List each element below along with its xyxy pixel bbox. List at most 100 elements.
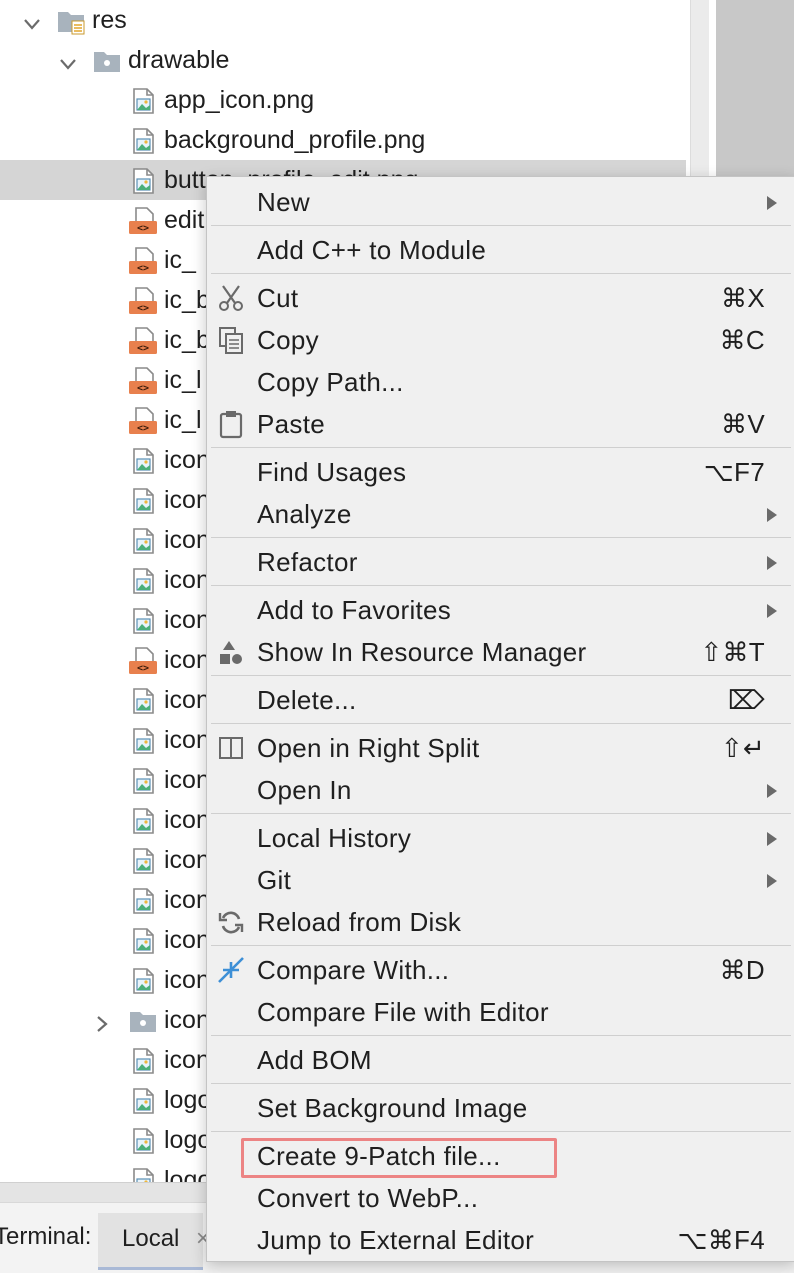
menu-item-cut[interactable]: Cut ⌘X — [207, 277, 794, 319]
scissors-icon — [217, 283, 245, 313]
menu-item-find-usages[interactable]: Find Usages ⌥F7 — [207, 451, 794, 493]
menu-item-new[interactable]: New — [207, 181, 794, 223]
tree-row-label: ic_b — [164, 326, 210, 354]
menu-item-label: Find Usages — [257, 457, 407, 487]
menu-separator — [211, 273, 791, 274]
image-file-icon — [128, 1126, 158, 1156]
menu-item-label: Open In — [257, 775, 352, 805]
tree-row[interactable]: drawable — [0, 40, 690, 80]
tree-row-label: icon — [164, 1006, 210, 1034]
menu-item-label: Reload from Disk — [257, 907, 462, 937]
menu-item-open-in[interactable]: Open In — [207, 769, 794, 811]
menu-item-compare-with[interactable]: Compare With... ⌘D — [207, 949, 794, 991]
tree-row[interactable]: app_icon.png — [0, 80, 690, 120]
menu-item-show-in-resource-manager[interactable]: Show In Resource Manager ⇧⌘T — [207, 631, 794, 673]
svg-text:<>: <> — [137, 223, 149, 234]
tree-row[interactable]: res — [0, 0, 690, 40]
menu-item-label: Compare With... — [257, 955, 450, 985]
xml-file-icon: <> — [128, 366, 158, 396]
menu-item-reload-from-disk[interactable]: Reload from Disk — [207, 901, 794, 943]
chevron-down-icon[interactable] — [20, 8, 44, 32]
menu-item-compare-file-with-editor[interactable]: Compare File with Editor — [207, 991, 794, 1033]
menu-item-analyze[interactable]: Analyze — [207, 493, 794, 535]
tree-row-label: app_icon.png — [164, 86, 315, 114]
menu-item-add-bom[interactable]: Add BOM — [207, 1039, 794, 1081]
folder-icon — [92, 46, 122, 76]
menu-item-copy-path[interactable]: Copy Path... — [207, 361, 794, 403]
menu-item-convert-to-webp[interactable]: Convert to WebP... — [207, 1177, 794, 1219]
menu-item-label: Add to Favorites — [257, 595, 452, 625]
menu-item-shortcut: ⌘X — [721, 283, 765, 313]
menu-item-shortcut: ⇧⌘T — [700, 637, 765, 667]
menu-item-label: Open in Right Split — [257, 733, 480, 763]
tree-row-label: icon — [164, 446, 210, 474]
tree-row-label: background_profile.png — [164, 126, 426, 154]
tree-row-label: icon — [164, 966, 210, 994]
tree-row-label: logo — [164, 1166, 212, 1182]
menu-item-label: Jump to External Editor — [257, 1225, 535, 1255]
reload-icon — [217, 907, 245, 937]
image-file-icon — [128, 766, 158, 796]
image-file-icon — [128, 966, 158, 996]
tree-row-label: icon — [164, 766, 210, 794]
menu-item-delete[interactable]: Delete... ⌦ — [207, 679, 794, 721]
submenu-arrow-icon — [767, 508, 777, 522]
submenu-arrow-icon — [767, 604, 777, 618]
submenu-arrow-icon — [767, 832, 777, 846]
chevron-right-icon[interactable] — [90, 1008, 114, 1032]
svg-text:<>: <> — [137, 383, 149, 394]
image-file-icon — [128, 86, 158, 116]
chevron-down-icon[interactable] — [56, 48, 80, 72]
split-icon — [217, 733, 245, 763]
image-file-icon — [128, 926, 158, 956]
compare-icon — [217, 955, 245, 985]
tree-row-label: icon — [164, 726, 210, 754]
menu-item-copy[interactable]: Copy ⌘C — [207, 319, 794, 361]
tree-row-label: ic_ — [164, 246, 196, 274]
menu-item-label: Set Background Image — [257, 1093, 528, 1123]
menu-separator — [211, 723, 791, 724]
menu-item-shortcut: ⌘D — [719, 955, 765, 985]
menu-item-add-to-favorites[interactable]: Add to Favorites — [207, 589, 794, 631]
svg-text:<>: <> — [137, 423, 149, 434]
menu-item-paste[interactable]: Paste ⌘V — [207, 403, 794, 445]
tree-row-label: logo — [164, 1126, 212, 1154]
tree-row-label: icon — [164, 886, 210, 914]
menu-item-set-background-image[interactable]: Set Background Image — [207, 1087, 794, 1129]
clipboard-icon — [217, 409, 245, 439]
image-file-icon — [128, 486, 158, 516]
tree-row-label: ic_b — [164, 286, 210, 314]
submenu-arrow-icon — [767, 556, 777, 570]
image-file-icon — [128, 446, 158, 476]
menu-separator — [211, 585, 791, 586]
menu-item-label: Refactor — [257, 547, 358, 577]
terminal-tab-local[interactable]: Local — [98, 1213, 204, 1270]
xml-file-icon: <> — [128, 206, 158, 236]
menu-item-label: Cut — [257, 283, 299, 313]
menu-item-jump-to-external-editor[interactable]: Jump to External Editor ⌥⌘F4 — [207, 1219, 794, 1261]
menu-item-label: Convert to WebP... — [257, 1183, 479, 1213]
tree-row-label: icon — [164, 806, 210, 834]
image-file-icon — [128, 526, 158, 556]
tree-row[interactable]: background_profile.png — [0, 120, 690, 160]
menu-item-open-in-right-split[interactable]: Open in Right Split ⇧↵ — [207, 727, 794, 769]
menu-separator — [211, 1131, 791, 1132]
menu-item-label: New — [257, 187, 310, 217]
submenu-arrow-icon — [767, 784, 777, 798]
image-file-icon — [128, 1086, 158, 1116]
menu-item-label: Paste — [257, 409, 325, 439]
menu-item-label: Git — [257, 865, 292, 895]
menu-item-add-c-to-module[interactable]: Add C++ to Module — [207, 229, 794, 271]
tree-row-label: ic_l — [164, 366, 202, 394]
menu-item-label: Analyze — [257, 499, 352, 529]
menu-item-local-history[interactable]: Local History — [207, 817, 794, 859]
menu-item-git[interactable]: Git — [207, 859, 794, 901]
svg-text:<>: <> — [137, 303, 149, 314]
svg-text:<>: <> — [137, 663, 149, 674]
tree-row-label: logo — [164, 1086, 212, 1114]
menu-separator — [211, 945, 791, 946]
image-file-icon — [128, 726, 158, 756]
image-file-icon — [128, 806, 158, 836]
menu-item-refactor[interactable]: Refactor — [207, 541, 794, 583]
copy-icon — [217, 325, 245, 355]
